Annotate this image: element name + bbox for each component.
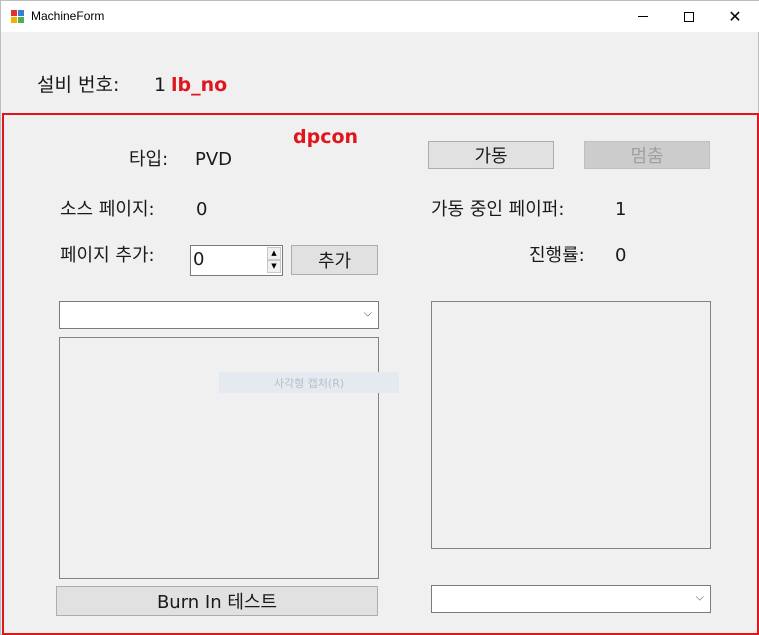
close-icon: ✕ — [728, 6, 742, 26]
progress-value: 0 — [615, 245, 627, 266]
burn-in-test-button[interactable]: Burn In 테스트 — [56, 586, 378, 616]
chevron-down-icon: ⌵ — [695, 590, 704, 604]
minimize-button[interactable] — [620, 1, 666, 32]
app-icon — [11, 10, 24, 23]
spin-up-icon[interactable]: ▲ — [267, 247, 281, 260]
type-label: 타입: — [129, 149, 169, 170]
close-button[interactable]: ✕ — [712, 1, 758, 32]
equipment-number-value: 1 — [154, 74, 167, 96]
type-value: PVD — [195, 149, 233, 170]
add-pages-value[interactable]: 0 — [193, 249, 204, 271]
maximize-icon — [684, 11, 694, 22]
run-button[interactable]: 가동 — [428, 141, 554, 169]
add-pages-stepper[interactable]: 0 ▲ ▼ — [190, 245, 283, 276]
spin-down-icon[interactable]: ▼ — [267, 260, 281, 273]
add-pages-label: 페이지 추가: — [60, 245, 155, 266]
minimize-icon — [638, 16, 648, 17]
equipment-number-label: 설비 번호: — [37, 74, 120, 96]
left-dropdown[interactable]: ⌵ — [59, 301, 379, 329]
running-wafer-value: 1 — [615, 199, 627, 220]
right-listbox[interactable] — [431, 301, 711, 549]
right-dropdown[interactable]: ⌵ — [431, 585, 711, 613]
dpcon-debug-label: dpcon — [293, 126, 359, 148]
lb-no-debug-label: lb_no — [171, 74, 228, 96]
title-bar[interactable]: MachineForm ✕ — [1, 1, 759, 32]
running-wafer-label: 가동 중인 페이퍼: — [431, 199, 565, 220]
chevron-down-icon: ⌵ — [363, 306, 372, 320]
stepper-spin: ▲ ▼ — [267, 247, 281, 274]
source-pages-label: 소스 페이지: — [60, 199, 155, 220]
ghost-tooltip: 사각형 캡처(R) — [219, 372, 399, 393]
maximize-button[interactable] — [666, 1, 712, 32]
window-title: MachineForm — [31, 9, 105, 23]
stop-button[interactable]: 멈춤 — [584, 141, 710, 169]
machine-form-window: MachineForm ✕ 설비 번호: 1 lb_no dpcon 타입: P… — [0, 0, 759, 635]
source-pages-value: 0 — [196, 199, 208, 220]
add-button[interactable]: 추가 — [291, 245, 378, 275]
progress-label: 진행률: — [529, 245, 585, 266]
